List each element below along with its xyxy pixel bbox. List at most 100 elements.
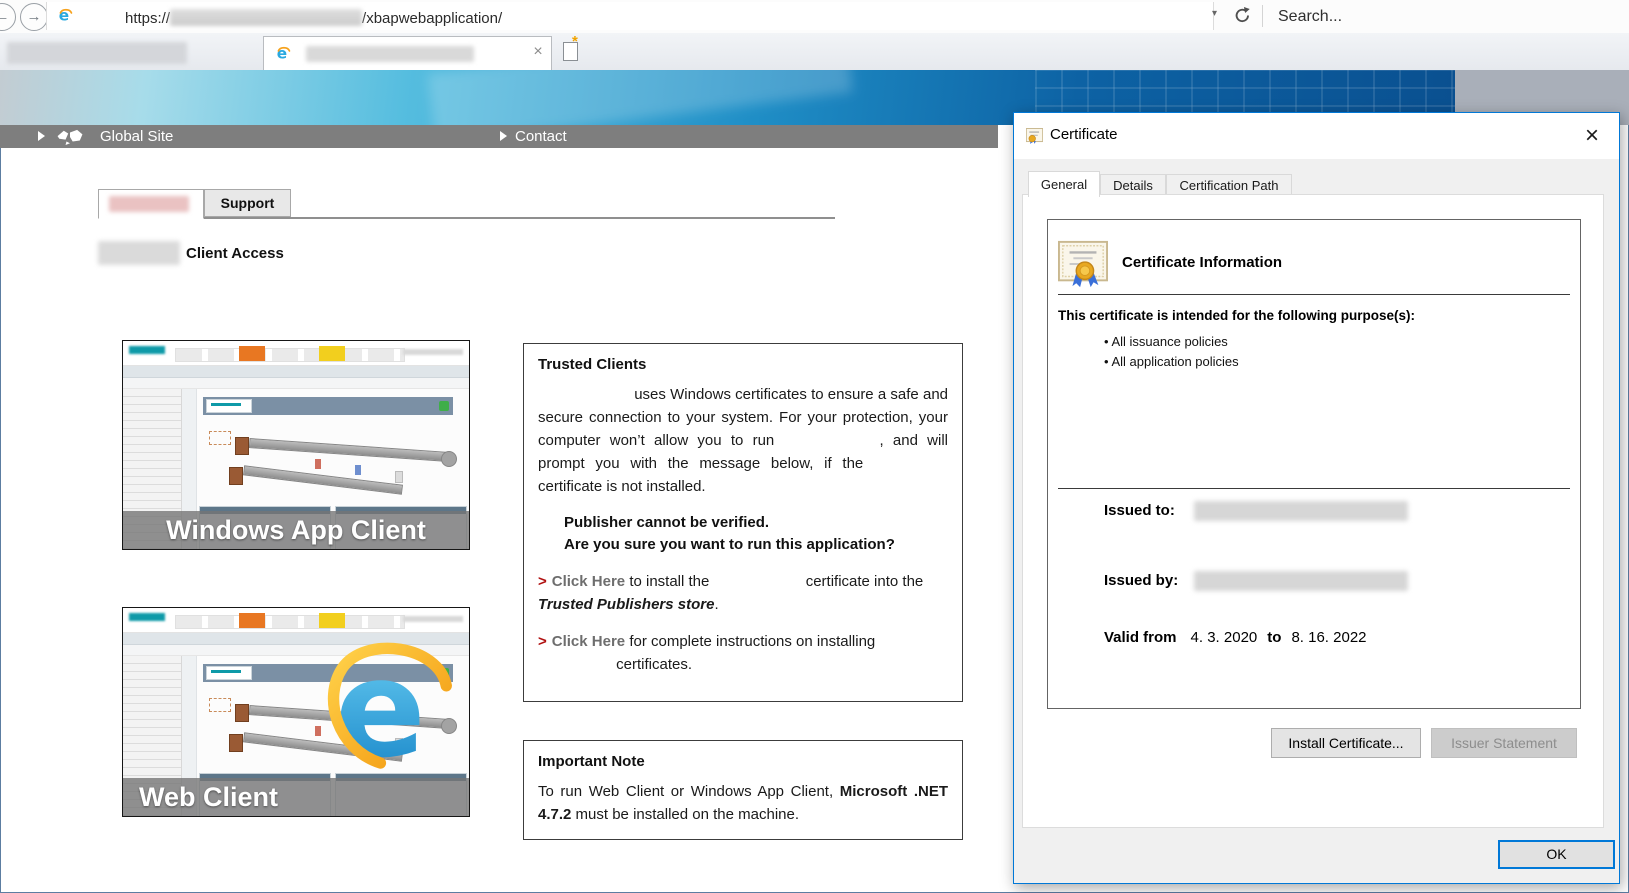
mini-app-breadcrumb [123, 378, 469, 389]
new-tab-button[interactable]: * [556, 39, 586, 65]
separator [1058, 294, 1570, 295]
redacted-tab-label [109, 196, 189, 212]
page-heading: Client Access [98, 240, 284, 266]
mini-app-user-info [403, 349, 463, 355]
mini-app-status-icon [439, 401, 449, 411]
page-tab-active[interactable] [98, 189, 204, 219]
certificate-info-group: Certificate Information This certificate… [1047, 219, 1581, 709]
important-note-box: Important Note To run Web Client or Wind… [523, 740, 963, 840]
mini-app-end-plate [235, 437, 249, 455]
redacted-toolbar-item [7, 42, 187, 64]
tab-underline [98, 217, 835, 219]
windows-app-client-figure[interactable]: Windows App Client [122, 340, 470, 550]
bullet-icon: • [1104, 334, 1109, 349]
separator [1058, 488, 1570, 489]
purpose-item: • All issuance policies [1104, 334, 1228, 349]
ie-logo-overlay: e [309, 630, 467, 782]
mini-app-canvas-logo [206, 666, 252, 680]
valid-to-word: to [1267, 629, 1281, 646]
globe-icon [55, 129, 85, 145]
browser-tab[interactable]: e × [263, 36, 552, 71]
issuer-statement-button: Issuer Statement [1431, 728, 1577, 758]
mini-app-toolbar-buttons [175, 348, 405, 362]
web-client-caption: Web Client [123, 778, 469, 816]
mini-app-canvas-logo [206, 399, 252, 413]
important-note-paragraph: To run Web Client or Windows App Client,… [538, 780, 948, 826]
page-tab-support[interactable]: Support [204, 189, 291, 217]
mini-app-conveyor-bar [243, 465, 403, 494]
search-divider [1262, 5, 1263, 27]
dialog-title: Certificate [1050, 126, 1118, 143]
trusted-clients-paragraph: uses Windows certificates to ensure a sa… [538, 383, 948, 498]
nav-arrow-icon [500, 131, 507, 141]
back-button[interactable]: ← [0, 3, 16, 31]
ie-tab-favicon: e [275, 45, 292, 62]
redacted-issued-by-value [1194, 571, 1408, 591]
web-client-figure[interactable]: e Web Client [122, 607, 470, 817]
mini-app-end-plate [229, 467, 243, 485]
contact-link[interactable]: Contact [515, 128, 567, 145]
mini-app-end-plate [235, 704, 249, 722]
address-bar-row: ← → e https:///xbapwebapplication/ ▾ [0, 0, 1629, 34]
instructions-link[interactable]: Click Here [552, 633, 625, 650]
forward-button[interactable]: → [20, 3, 48, 31]
issued-by-label: Issued by: [1104, 572, 1178, 589]
new-tab-star-icon: * [572, 33, 578, 50]
mini-app-user-info [403, 616, 463, 622]
mini-app-tag [355, 465, 361, 475]
url-text: https:///xbapwebapplication/ [125, 9, 502, 27]
page-title: Client Access [186, 245, 284, 262]
mini-app-brand-logo [129, 346, 165, 354]
dialog-title-bar[interactable]: Certificate × [1014, 113, 1619, 159]
certificate-large-icon [1058, 240, 1108, 288]
forward-arrow-icon: → [27, 8, 42, 25]
trusted-clients-title: Trusted Clients [538, 356, 948, 373]
refresh-icon[interactable] [1233, 6, 1252, 25]
search-input[interactable] [1276, 4, 1610, 30]
valid-from-label: Valid from [1104, 629, 1177, 646]
address-dropdown-caret-icon[interactable]: ▾ [1212, 8, 1217, 19]
browser-window: ← → e https:///xbapwebapplication/ ▾ e [0, 0, 1629, 893]
address-field[interactable]: e https:///xbapwebapplication/ [46, 2, 1214, 30]
publisher-warning: Publisher cannot be verified. Are you su… [564, 512, 948, 556]
mini-app-node [441, 451, 457, 467]
valid-from-date: 4. 3. 2020 [1191, 629, 1258, 646]
mini-app-yellow-button [319, 346, 345, 361]
mini-app-toolbar-buttons [175, 615, 405, 629]
mini-app-legend [209, 698, 231, 712]
tab-close-icon[interactable]: × [530, 43, 546, 61]
install-certificate-button[interactable]: Install Certificate... [1271, 728, 1421, 758]
mini-app-toolbar [123, 341, 469, 366]
mini-app-yellow-button [319, 613, 345, 628]
global-site-link[interactable]: Global Site [100, 128, 173, 145]
instructions-link-paragraph: >Click Here for complete instructions on… [538, 630, 948, 676]
bullet-icon: • [1104, 354, 1109, 369]
valid-to-date: 8. 16. 2022 [1291, 629, 1366, 646]
nav-arrow-icon [38, 131, 45, 141]
back-arrow-icon: ← [0, 8, 10, 25]
redacted-tab-title [306, 46, 474, 62]
dialog-close-icon[interactable]: × [1575, 120, 1609, 152]
mini-app-canvas-header [203, 397, 453, 415]
mini-app-tag [395, 471, 403, 483]
mini-app-end-plate [229, 734, 243, 752]
issued-to-label: Issued to: [1104, 502, 1175, 519]
purpose-item: • All application policies [1104, 354, 1239, 369]
trusted-clients-box: Trusted Clients uses Windows certificate… [523, 343, 963, 702]
purpose-heading: This certificate is intended for the fol… [1058, 308, 1415, 323]
mini-app-orange-button [239, 613, 265, 628]
ie-favicon: e [57, 7, 74, 24]
certificate-icon [1026, 128, 1043, 144]
site-navigation-bar: Global Site Contact [0, 125, 998, 148]
install-certificate-link-paragraph: >Click Here to install the certificate i… [538, 570, 948, 616]
redacted-product-name [98, 241, 180, 265]
mini-app-conveyor-bar [249, 438, 449, 462]
mini-app-titlebar [123, 366, 469, 378]
certificate-information-title: Certificate Information [1122, 254, 1282, 271]
install-certificate-link[interactable]: Click Here [552, 573, 625, 590]
redacted-host [170, 9, 362, 26]
chevron-icon: > [538, 633, 547, 650]
dialog-tab-general[interactable]: General [1028, 171, 1100, 197]
ok-button[interactable]: OK [1498, 840, 1615, 869]
important-note-title: Important Note [538, 753, 948, 770]
